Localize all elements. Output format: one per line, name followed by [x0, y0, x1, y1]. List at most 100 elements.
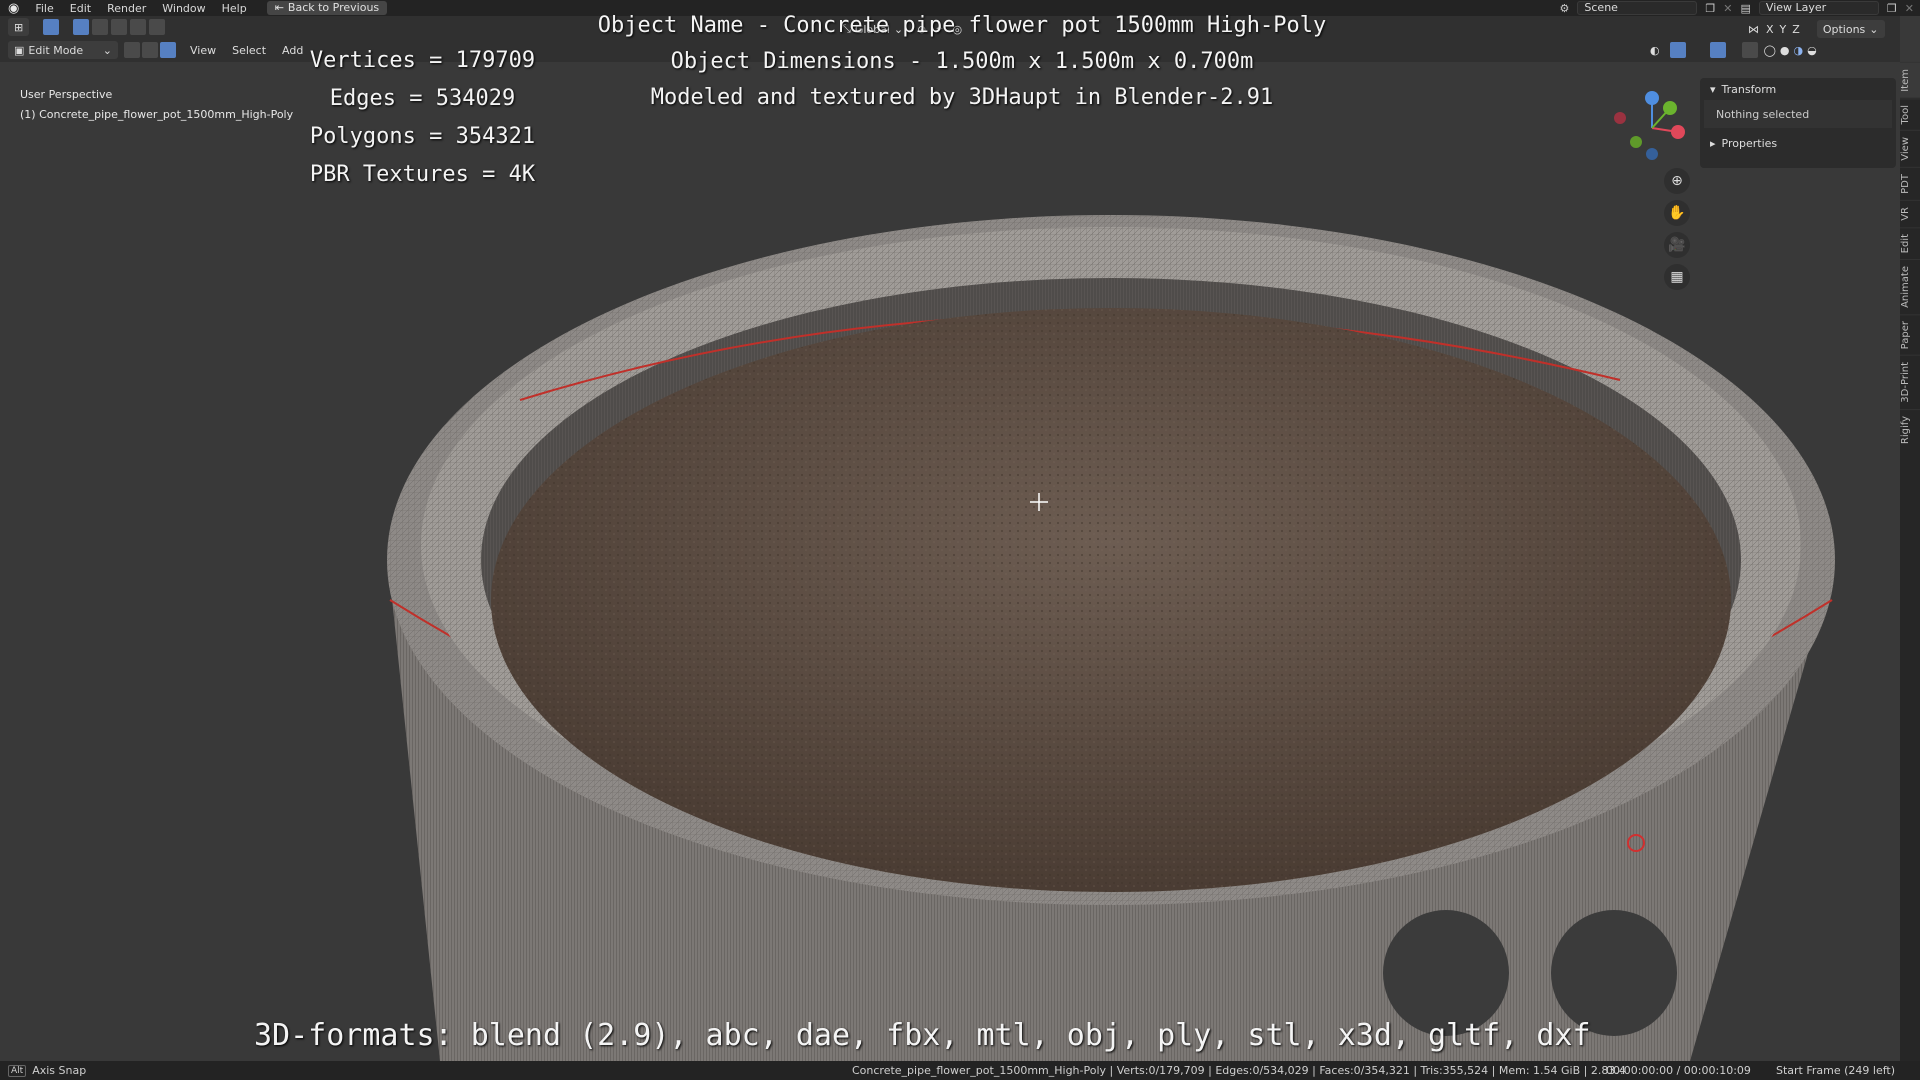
- gizmo-neg-x-axis: [1614, 112, 1626, 124]
- scene-icon[interactable]: ⚙: [1560, 2, 1570, 15]
- gizmo-x-axis: [1671, 125, 1685, 139]
- mode-label: Edit Mode: [28, 43, 84, 57]
- mode-dropdown[interactable]: ▣ Edit Mode ⌄: [8, 41, 118, 59]
- menu-edit[interactable]: Edit: [62, 2, 99, 15]
- header-tools-row: ⊞: [8, 16, 166, 38]
- status-left: Alt Axis Snap: [0, 1064, 86, 1077]
- topbar-right: ⚙ Scene ❐ ✕ ▤ View Layer ❐ ✕: [1560, 0, 1920, 16]
- axis-gizmo[interactable]: [1612, 88, 1692, 168]
- mirror-axes: ⋈ X Y Z Options ⌄: [1748, 18, 1885, 40]
- select-tool-icon[interactable]: [43, 19, 60, 35]
- ortho-grid-icon[interactable]: ▦: [1664, 264, 1690, 290]
- solid-shading-icon[interactable]: ●: [1780, 44, 1790, 57]
- scene-field[interactable]: Scene: [1577, 1, 1698, 15]
- header-menu-row: ▣ Edit Mode ⌄ View Select Add: [8, 39, 311, 61]
- tab-animate[interactable]: Animate: [1900, 258, 1920, 314]
- transform-section-label: Transform: [1721, 82, 1777, 96]
- alt-key-badge: Alt: [8, 1064, 27, 1077]
- select-mode-new-icon[interactable]: [73, 19, 90, 35]
- select-mode-intersect-icon[interactable]: [149, 19, 166, 35]
- back-label: Back to Previous: [287, 1, 380, 14]
- camera-view-icon[interactable]: 🎥: [1664, 232, 1690, 258]
- gizmo-z-axis: [1645, 91, 1659, 105]
- polygons-stat: Polygons = 354321: [309, 124, 536, 149]
- rendered-shading-icon[interactable]: ◒: [1807, 44, 1817, 57]
- author-text: Modeled and textured by 3DHaupt in Blend…: [650, 85, 1274, 110]
- formats-overlay: 3D-formats: blend (2.9), abc, dae, fbx, …: [254, 1018, 1591, 1053]
- overlay-toggle-icon[interactable]: [1709, 42, 1726, 58]
- axis-y-toggle[interactable]: Y: [1777, 23, 1790, 36]
- tab-vr[interactable]: VR: [1900, 199, 1920, 227]
- tab-tool[interactable]: Tool: [1900, 97, 1920, 131]
- face-select-icon[interactable]: [160, 42, 176, 58]
- xray-toggle-icon[interactable]: [1741, 42, 1758, 58]
- edges-stat: Edges = 534029: [329, 86, 516, 111]
- timecode: 00:00:00:00 / 00:00:10:09: [1606, 1064, 1751, 1077]
- copy-layer-icon[interactable]: ❐: [1887, 2, 1897, 15]
- menu-view[interactable]: View: [182, 44, 224, 57]
- active-object-label: (1) Concrete_pipe_flower_pot_1500mm_High…: [20, 108, 294, 121]
- visibility-icon[interactable]: ◐: [1650, 44, 1660, 57]
- status-bar: Alt Axis Snap Concrete_pipe_flower_pot_1…: [0, 1061, 1920, 1080]
- mirror-icon[interactable]: ⋈: [1748, 23, 1759, 36]
- frame-info: Start Frame (249 left): [1776, 1064, 1896, 1077]
- tab-view[interactable]: View: [1900, 130, 1920, 167]
- tab-rigify[interactable]: Rigify: [1900, 408, 1920, 450]
- menu-window[interactable]: Window: [154, 2, 213, 15]
- vertices-stat: Vertices = 179709: [309, 48, 536, 73]
- chevron-down-icon: ⌄: [1869, 22, 1879, 36]
- tab-edit[interactable]: Edit: [1900, 226, 1920, 259]
- nothing-selected-message: Nothing selected: [1704, 100, 1892, 128]
- axis-z-toggle[interactable]: Z: [1789, 23, 1803, 36]
- axis-x-toggle[interactable]: X: [1763, 23, 1777, 36]
- textures-stat: PBR Textures = 4K: [309, 162, 536, 187]
- axis-snap-label: Axis Snap: [32, 1064, 87, 1077]
- expand-down-icon: ▾: [1710, 82, 1716, 96]
- select-mode-extend-icon[interactable]: [92, 19, 109, 35]
- menu-render[interactable]: Render: [99, 2, 154, 15]
- view-layer-field[interactable]: View Layer: [1758, 1, 1879, 15]
- sidebar-tabs: Item Tool View PDT VR Edit Animate Paper…: [1900, 62, 1920, 1061]
- back-to-previous-button[interactable]: ⇤ Back to Previous: [266, 1, 388, 15]
- gizmo-y-axis: [1663, 101, 1677, 115]
- tab-item[interactable]: Item: [1900, 62, 1920, 98]
- blender-logo-icon[interactable]: ◉: [0, 1, 27, 16]
- zoom-icon[interactable]: ⊕: [1664, 168, 1690, 194]
- tab-paper[interactable]: Paper: [1900, 313, 1920, 356]
- wireframe-shading-icon[interactable]: ◯: [1764, 44, 1776, 57]
- options-label: Options: [1822, 22, 1866, 36]
- transform-section[interactable]: ▾ Transform: [1700, 78, 1896, 100]
- mesh-stats-overlay: Vertices = 179709 Edges = 534029 Polygon…: [300, 42, 545, 194]
- gizmo-toggle-icon[interactable]: [1669, 42, 1686, 58]
- tab-pdt[interactable]: PDT: [1900, 166, 1920, 200]
- object-info-overlay: Object Name - Concrete pipe flower pot 1…: [560, 8, 1364, 116]
- editor-type-icon: ⊞: [14, 20, 24, 34]
- perspective-label: User Perspective: [20, 88, 113, 101]
- vertex-select-icon[interactable]: [124, 42, 140, 58]
- options-dropdown[interactable]: Options ⌄: [1816, 20, 1885, 38]
- edge-select-icon[interactable]: [142, 42, 158, 58]
- chevron-down-icon: ⌄: [102, 43, 112, 57]
- editor-type-button[interactable]: ⊞: [8, 18, 30, 36]
- viewport-shading-row: ◐ ◯ ● ◑ ◒: [1650, 39, 1817, 61]
- select-mode-invert-icon[interactable]: [130, 19, 147, 35]
- properties-section[interactable]: ▸ Properties: [1700, 132, 1896, 154]
- select-mode-subtract-icon[interactable]: [111, 19, 128, 35]
- menu-file[interactable]: File: [27, 2, 61, 15]
- copy-scene-icon[interactable]: ❐: [1705, 2, 1715, 15]
- remove-scene-icon[interactable]: ✕: [1723, 2, 1732, 15]
- material-shading-icon[interactable]: ◑: [1794, 44, 1804, 57]
- menu-help[interactable]: Help: [214, 2, 255, 15]
- 3d-viewport[interactable]: [0, 62, 1900, 1061]
- gizmo-neg-y-axis: [1630, 136, 1642, 148]
- tab-3d-print[interactable]: 3D-Print: [1900, 355, 1920, 409]
- pan-hand-icon[interactable]: ✋: [1664, 200, 1690, 226]
- remove-layer-icon[interactable]: ✕: [1905, 2, 1920, 15]
- edit-mode-icon: ▣: [14, 43, 25, 57]
- scene-statistics: Concrete_pipe_flower_pot_1500mm_High-Pol…: [852, 1064, 1626, 1077]
- properties-section-label: Properties: [1721, 136, 1778, 150]
- menu-select[interactable]: Select: [224, 44, 274, 57]
- expand-right-icon: ▸: [1710, 136, 1716, 150]
- viewport-info: User Perspective (1) Concrete_pipe_flowe…: [20, 85, 293, 125]
- view-layer-icon[interactable]: ▤: [1741, 2, 1751, 15]
